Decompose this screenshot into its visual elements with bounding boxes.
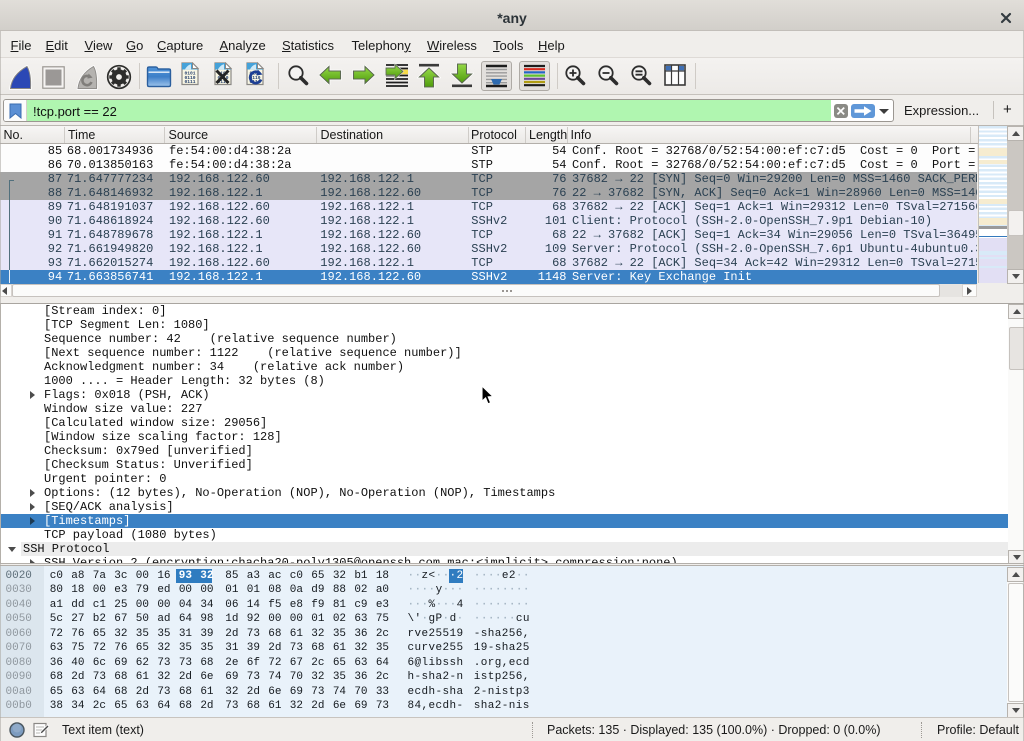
svg-text:0111: 0111	[185, 79, 196, 85]
